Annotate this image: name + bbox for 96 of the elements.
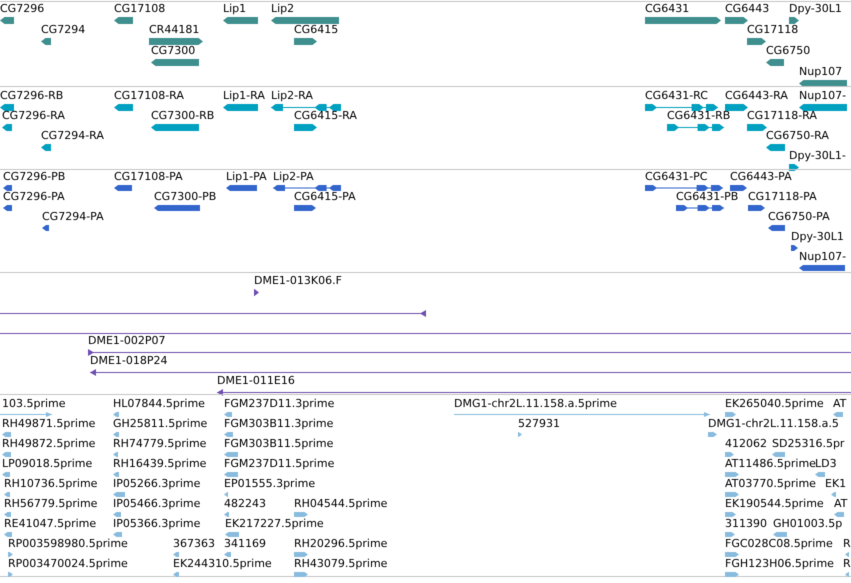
feature-label: CG6443-PA: [730, 170, 792, 184]
feature-label: RE41047.5prime: [4, 517, 96, 531]
feature-label: RP003470024.5prime: [8, 557, 128, 571]
feature-label: CG7296-PB: [3, 170, 66, 184]
feature-label: RH43079.5prime: [294, 557, 388, 571]
feature-label: IP05366.3prime: [113, 517, 200, 531]
feature-label: CG17108-PA: [114, 170, 183, 184]
feature-label: SD25316.5pr: [772, 437, 844, 451]
feature-label: CG6431-RC: [645, 89, 708, 103]
feature-label: Nup107: [799, 65, 842, 79]
feature-label: LD3: [815, 457, 837, 471]
feature-label: IP05266.3prime: [113, 477, 200, 491]
feature-label: FGH123H06.5prime: [725, 557, 834, 571]
feature-label: 367363: [173, 537, 215, 551]
feature-label: RH49872.5prime: [2, 437, 96, 451]
feature-label: CG7294-PA: [42, 210, 104, 224]
feature-label: FGM303B11.5prime: [224, 437, 334, 451]
feature-label: Lip1-PA: [226, 170, 267, 184]
feature-label: CG7294: [41, 23, 86, 37]
feature-label: GH25811.5prime: [113, 417, 208, 431]
feature-label: EP01555.3prime: [224, 477, 316, 491]
feature-label: RH16439.5prime: [113, 457, 206, 471]
feature-label: RH10736.5prime: [4, 477, 98, 491]
feature-label: CG7300-PB: [154, 190, 216, 204]
feature-label: CG6431-PC: [645, 170, 708, 184]
feature-label: RH56779.5prime: [4, 497, 98, 511]
feature-label: FGM303B11.3prime: [224, 417, 334, 431]
feature-label: EK1: [825, 477, 846, 491]
feature-label: DMG1-chr2L.11.158.a.5: [708, 417, 839, 431]
feature-label: CG17118-RA: [747, 109, 817, 123]
feature-label: CG7296-PA: [3, 190, 65, 204]
feature-label: RH20296.5prime: [294, 537, 388, 551]
feature-label: CG6431: [645, 2, 690, 16]
feature-label: EK190544.5prime: [725, 497, 824, 511]
feature-label: FGC028C08.5prime: [725, 537, 833, 551]
feature-label: DME1-018P24: [90, 354, 168, 368]
feature-label: RH74779.5prime: [113, 437, 206, 451]
feature-label: CR44181: [149, 23, 200, 37]
feature-label: LP09018.5prime: [2, 457, 92, 471]
feature-label: CG17108-RA: [114, 89, 184, 103]
feature-label: Dpy-30L1-: [789, 149, 846, 163]
feature-label: Nup107-: [799, 89, 846, 103]
feature-label: EK217227.5prime: [225, 517, 324, 531]
feature-label: RH49871.5prime: [2, 417, 96, 431]
feature-label: Lip1: [223, 2, 246, 16]
feature-label: Lip2-RA: [271, 89, 313, 103]
feature-label: RH04544.5prime: [294, 497, 388, 511]
feature-label: 103.5prime: [2, 397, 66, 411]
feature-label: 527931: [518, 417, 560, 431]
feature-label: CG17118: [747, 23, 798, 37]
feature-label: Dpy-30L1: [789, 2, 842, 16]
feature-label: CG7300: [151, 44, 196, 58]
feature-label: Lip2-PA: [273, 170, 314, 184]
feature-label: CG7300-RB: [151, 109, 214, 123]
feature-label: CG7296-RA: [2, 109, 65, 123]
feature-label: HL07844.5prime: [113, 397, 205, 411]
feature-label: EK265040.5prime: [725, 397, 824, 411]
feature-label: CG6443-RA: [725, 89, 788, 103]
feature-label: R: [843, 557, 851, 571]
feature-label: CG17118-PA: [748, 190, 817, 204]
feature-label: CG7296-RB: [0, 89, 64, 103]
feature-label: CG7294-RA: [41, 129, 104, 143]
feature-label: Lip2: [271, 2, 294, 16]
feature-label: AT: [833, 397, 846, 411]
feature-label: CG6431-PB: [676, 190, 738, 204]
feature-label: CG6415-RA: [294, 109, 357, 123]
feature-label: DME1-002P07: [88, 334, 166, 348]
feature-label: RP003598980.5prime: [8, 537, 128, 551]
feature-label: GH01003.5p: [773, 517, 842, 531]
feature-label: CG6415: [294, 23, 338, 37]
feature-label: CG6415-PA: [294, 190, 356, 204]
feature-label: IP05466.3prime: [113, 497, 200, 511]
feature-label: DMG1-chr2L.11.158.a.5prime: [454, 397, 617, 411]
feature-label: EK244310.5prime: [173, 557, 272, 571]
feature-label: 412062: [725, 437, 767, 451]
feature-label: Lip1-RA: [223, 89, 265, 103]
feature-label: FGM237D11.3prime: [224, 397, 334, 411]
feature-label: CG6431-RB: [667, 109, 730, 123]
feature-label: DME1-013K06.F: [254, 274, 342, 288]
feature-label: Dpy-30L1: [791, 230, 844, 244]
feature-label: AT11486.5prime: [725, 457, 816, 471]
feature-label: CG7296: [0, 2, 44, 16]
feature-label: Nup107-: [799, 250, 846, 264]
feature-label: CG6750-PA: [768, 210, 830, 224]
feature-label: 311390: [725, 517, 767, 531]
feature-label: CG6443: [725, 2, 770, 16]
feature-label: 482243: [224, 497, 266, 511]
feature-label: R: [843, 537, 851, 551]
feature-label: 341169: [224, 537, 266, 551]
feature-label: CG6750-RA: [766, 129, 829, 143]
feature-label: AT03770.5prime: [725, 477, 816, 491]
feature-label: CG17108: [114, 2, 166, 16]
feature-label: AT: [834, 497, 848, 511]
feature-label: DME1-011E16: [217, 374, 295, 388]
feature-label: FGM237D11.5prime: [224, 457, 334, 471]
feature-label: CG6750: [766, 44, 810, 58]
